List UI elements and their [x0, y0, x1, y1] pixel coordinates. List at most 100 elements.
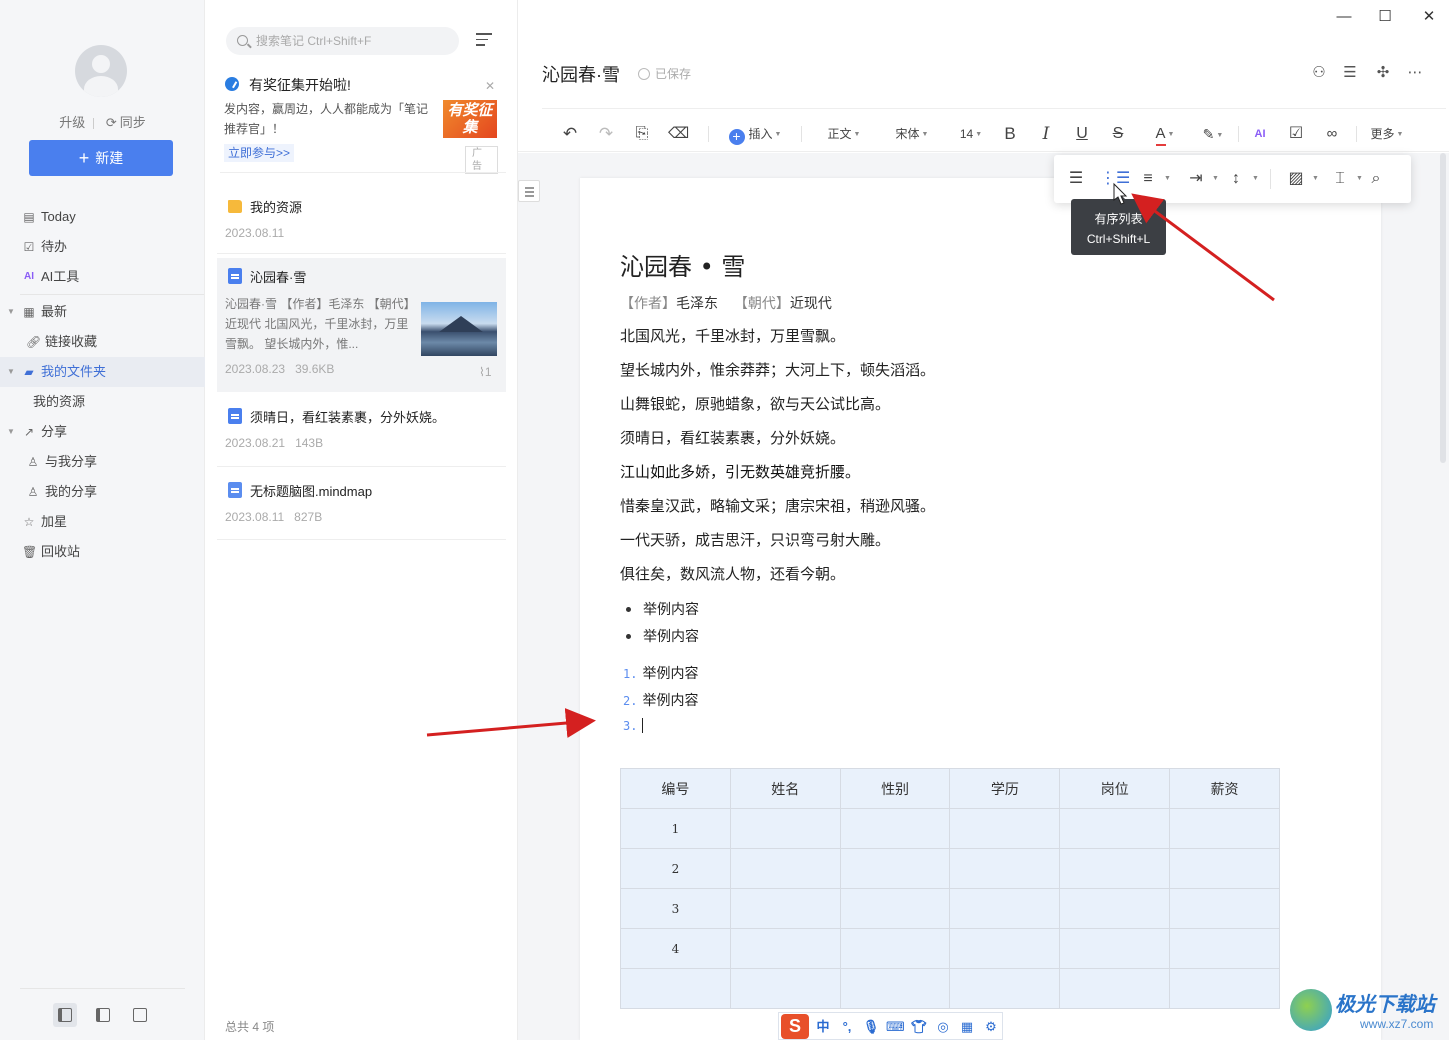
sidebar-item-share[interactable]: ▼ ↗ 分享	[0, 417, 205, 447]
table-cell[interactable]	[1169, 968, 1280, 1009]
table-cell[interactable]	[729, 888, 841, 929]
divider-line-icon[interactable]: ⌶ ▼	[1328, 167, 1363, 191]
link-icon[interactable]: ∞	[1322, 123, 1342, 145]
table-cell[interactable]	[1059, 888, 1171, 929]
table-header-cell[interactable]: 岗位	[1059, 768, 1171, 809]
upgrade-link[interactable]: 升级	[59, 112, 85, 131]
table-header-cell[interactable]: 性别	[839, 768, 951, 809]
table-cell[interactable]: 1	[620, 808, 731, 849]
maximize-icon[interactable]: ☐	[1376, 8, 1394, 26]
table-cell[interactable]	[839, 888, 951, 929]
table-cell[interactable]	[1059, 968, 1171, 1009]
table-cell[interactable]	[839, 808, 951, 849]
paragraph-style-select[interactable]: 正文 ▼	[826, 123, 862, 145]
table-cell[interactable]	[729, 928, 841, 969]
task-checkbox-icon[interactable]: ☑	[1286, 123, 1306, 145]
sidebar-item-my-folder[interactable]: ▼ ▰ 我的文件夹	[0, 357, 205, 387]
search-input[interactable]: 搜索笔记 Ctrl+Shift+F	[226, 27, 459, 55]
more-button[interactable]: 更多 ▼	[1369, 123, 1405, 145]
skin-icon[interactable]: 👕︎	[910, 1018, 928, 1036]
table-cell[interactable]	[949, 968, 1061, 1009]
ai-writing-icon[interactable]: AI	[1250, 123, 1270, 145]
keyboard-icon[interactable]: ⌨	[886, 1018, 905, 1036]
table-header-cell[interactable]: 学历	[949, 768, 1061, 809]
search-replace-icon[interactable]: ⌕	[1364, 167, 1388, 191]
list-item-folder[interactable]: 我的资源 2023.08.11	[217, 188, 506, 245]
sidebar-item-shared-with-me[interactable]: ♙ 与我分享	[0, 447, 205, 477]
table-cell[interactable]	[949, 888, 1061, 929]
sidebar-item-recent[interactable]: ▼ ▦ 最新	[0, 297, 205, 327]
close-window-icon[interactable]: ✕	[1420, 8, 1438, 26]
sidebar-item-links[interactable]: 🔗︎ 链接收藏	[0, 327, 205, 357]
table-cell[interactable]	[1169, 928, 1280, 969]
highlight-icon[interactable]: ✎ ▼	[1198, 123, 1228, 145]
align-icon[interactable]: ≡ ▼	[1136, 167, 1171, 191]
table-cell[interactable]	[1059, 808, 1171, 849]
table-cell[interactable]	[729, 848, 841, 889]
indent-icon[interactable]: ⇥ ▼	[1184, 167, 1219, 191]
font-size-select[interactable]: 14 ▼	[958, 123, 984, 145]
list-item-note-active[interactable]: 沁园春·雪 沁园春·雪 【作者】毛泽东 【朝代】近现代 北国风光，千里冰封，万里…	[217, 258, 506, 392]
outline-toggle-icon[interactable]	[518, 180, 540, 202]
find-icon[interactable]: ☰	[1340, 63, 1360, 83]
strikethrough-button[interactable]: S	[1108, 123, 1128, 145]
document-title[interactable]: 沁园春·雪	[542, 61, 620, 87]
table-cell[interactable]	[949, 928, 1061, 969]
table-cell[interactable]	[620, 968, 731, 1009]
single-view-icon[interactable]	[128, 1003, 152, 1027]
bullet-list-icon[interactable]: ☰	[1064, 167, 1088, 191]
microphone-icon[interactable]: 🎙︎	[862, 1018, 880, 1036]
table-cell[interactable]: 4	[620, 928, 731, 969]
two-column-view-icon[interactable]	[91, 1003, 115, 1027]
redo-icon[interactable]: ↷	[596, 123, 616, 145]
table-cell[interactable]	[949, 808, 1061, 849]
sidebar-item-my-resources[interactable]: 我的资源	[0, 387, 205, 417]
table-cell[interactable]	[1059, 928, 1171, 969]
table-cell[interactable]	[1169, 848, 1280, 889]
settings-icon[interactable]: ⚙	[982, 1018, 1000, 1036]
table-cell[interactable]	[839, 968, 951, 1009]
table-cell[interactable]	[839, 928, 951, 969]
undo-icon[interactable]: ↶	[560, 123, 580, 145]
more-options-icon[interactable]: ⋯	[1405, 63, 1425, 83]
table-cell[interactable]	[729, 808, 841, 849]
vertical-scrollbar[interactable]	[1440, 153, 1446, 463]
ime-mode[interactable]: 中	[814, 1018, 832, 1036]
ad-image[interactable]: 有奖征集	[443, 100, 497, 138]
ad-join-link[interactable]: 立即参与>>	[224, 144, 295, 162]
table-cell[interactable]	[949, 848, 1061, 889]
table-cell[interactable]	[1169, 888, 1280, 929]
sidebar-item-my-shares[interactable]: ♙ 我的分享	[0, 477, 205, 507]
game-icon[interactable]: ◎	[934, 1018, 952, 1036]
apps-icon[interactable]: ▦	[958, 1018, 976, 1036]
table-cell[interactable]: 3	[620, 888, 731, 929]
table-cell[interactable]	[1059, 848, 1171, 889]
list-item-note[interactable]: 须晴日，看红装素裹，分外妖娆。 2023.08.21 143B	[217, 398, 506, 461]
ime-toolbar[interactable]: S 中 °, 🎙︎ ⌨ 👕︎ ◎ ▦ ⚙	[778, 1012, 1003, 1040]
ad-banner[interactable]: 有奖征集开始啦! ✕ 发内容，赢周边，人人都能成为「笔记推荐官」！ 有奖征集 立…	[224, 70, 498, 174]
bold-button[interactable]: B	[1000, 123, 1020, 145]
punctuation-icon[interactable]: °,	[838, 1018, 856, 1036]
sort-icon[interactable]	[476, 33, 492, 49]
list-item-mindmap[interactable]: 无标题脑图.mindmap 2023.08.11 827B	[217, 472, 506, 535]
table-header-cell[interactable]: 姓名	[729, 768, 841, 809]
eraser-icon[interactable]: ⌫	[668, 123, 689, 145]
font-family-select[interactable]: 宋体 ▼	[894, 123, 930, 145]
table-cell[interactable]	[729, 968, 841, 1009]
table-header-cell[interactable]: 薪资	[1169, 768, 1280, 809]
table-header-cell[interactable]: 编号	[620, 768, 731, 809]
table-cell[interactable]: 2	[620, 848, 731, 889]
share-user-icon[interactable]: ⚇	[1309, 63, 1329, 83]
new-note-button[interactable]: + 新建	[29, 140, 173, 176]
italic-button[interactable]: I	[1036, 123, 1056, 145]
sync-link[interactable]: ⟳ 同步	[106, 112, 146, 131]
shading-icon[interactable]: ▨ ▼	[1284, 167, 1319, 191]
sidebar-item-starred[interactable]: ☆ 加星	[0, 507, 205, 537]
ordered-list-icon[interactable]: ⋮☰	[1100, 167, 1130, 191]
insert-button[interactable]: + 插入 ▼	[725, 123, 785, 145]
three-column-view-icon[interactable]	[52, 1003, 77, 1027]
sidebar-item-todo[interactable]: ☑ 待办	[0, 232, 205, 262]
document-page[interactable]: 沁园春 • 雪 【作者】毛泽东 【朝代】近现代 北国风光，千里冰封，万里雪飘。 …	[580, 178, 1381, 1040]
table-cell[interactable]	[1169, 808, 1280, 849]
underline-button[interactable]: U	[1072, 123, 1092, 145]
